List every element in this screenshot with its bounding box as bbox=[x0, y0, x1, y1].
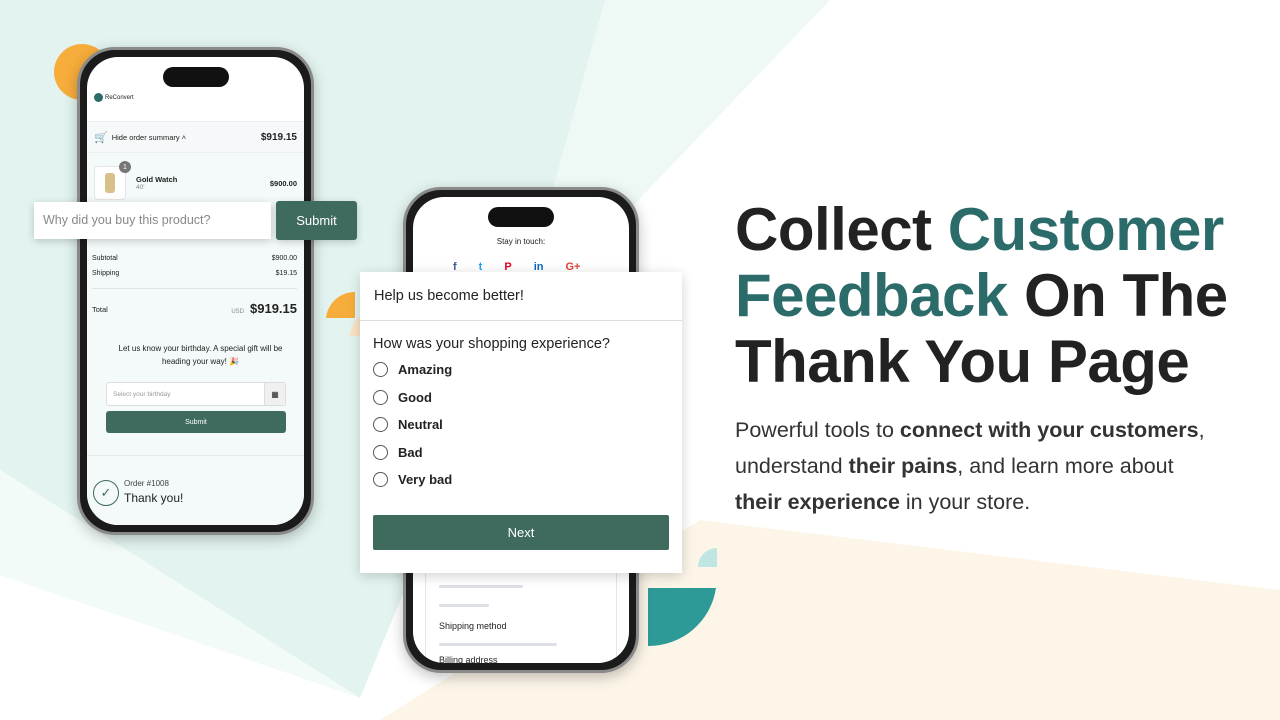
dynamic-island bbox=[488, 207, 554, 227]
chevron-up-icon: ˄ bbox=[181, 132, 187, 142]
brand-logo: ReConvert bbox=[94, 93, 134, 102]
hero-heading: Collect Customer Feedback On The Thank Y… bbox=[735, 196, 1228, 395]
option-neutral[interactable]: Neutral bbox=[373, 411, 669, 439]
quantity-badge: 1 bbox=[119, 161, 131, 173]
next-button[interactable]: Next bbox=[373, 515, 669, 550]
watch-thumbnail: 1 bbox=[94, 161, 131, 200]
subtotal-row: Subtotal $900.00 bbox=[92, 255, 297, 262]
dynamic-island bbox=[162, 67, 229, 87]
birthday-message: Let us know your birthday. A special gif… bbox=[118, 344, 283, 366]
cart-icon: 🛒 bbox=[94, 131, 108, 144]
hero-description: Powerful tools to connect with your cust… bbox=[735, 418, 1205, 514]
option-amazing[interactable]: Amazing bbox=[373, 356, 669, 384]
birthday-submit-button[interactable]: Submit bbox=[106, 411, 286, 433]
survey-question: How was your shopping experience? bbox=[373, 336, 610, 352]
thank-you-heading: Thank you! bbox=[124, 491, 184, 505]
calendar-icon[interactable]: ▦ bbox=[264, 383, 285, 405]
radio-icon bbox=[373, 472, 388, 488]
check-circle-icon: ✓ bbox=[93, 480, 119, 506]
option-good[interactable]: Good bbox=[373, 384, 669, 412]
radio-icon bbox=[373, 444, 388, 460]
phone-order-confirmation: ReConvert 🛒 Hide order summary ˄ $919.15 1… bbox=[77, 47, 314, 535]
survey-card: Help us become better! How was your shop… bbox=[360, 272, 682, 573]
option-very-bad[interactable]: Very bad bbox=[373, 466, 669, 494]
radio-icon bbox=[373, 362, 388, 378]
line-item: 1 Gold Watch 40' $900.00 bbox=[94, 161, 297, 201]
option-bad[interactable]: Bad bbox=[373, 439, 669, 467]
shipping-row: Shipping $19.15 bbox=[92, 270, 297, 277]
order-summary-toggle[interactable]: 🛒 Hide order summary ˄ $919.15 bbox=[87, 121, 304, 153]
feedback-submit-button[interactable]: Submit bbox=[276, 201, 357, 240]
total-row: Total USD $919.15 bbox=[92, 301, 297, 316]
survey-title: Help us become better! bbox=[360, 272, 682, 321]
birthday-input[interactable]: Select your birthday ▦ bbox=[106, 382, 286, 406]
radio-icon bbox=[373, 417, 388, 433]
radio-icon bbox=[373, 389, 388, 405]
feedback-input[interactable]: Why did you buy this product? bbox=[34, 202, 271, 239]
